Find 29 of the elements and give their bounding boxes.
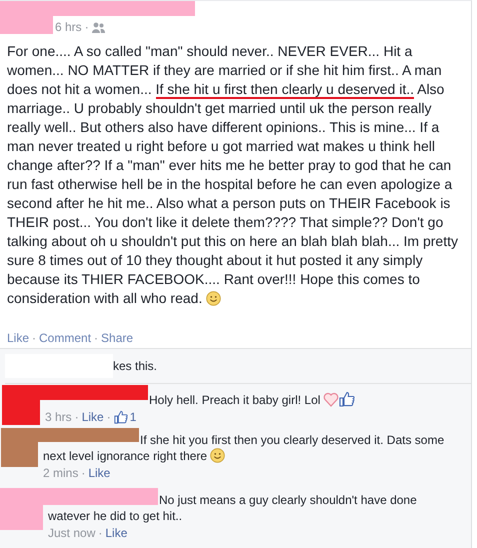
- separator-dot: ·: [84, 20, 89, 34]
- separator-dot: ·: [94, 331, 98, 345]
- like-count[interactable]: 1: [130, 410, 136, 424]
- comment-text: Holy hell. Preach it baby girl! Lol: [45, 385, 454, 408]
- like-link[interactable]: Like: [82, 410, 104, 424]
- friends-icon: [92, 22, 105, 32]
- comment-text: If she hit you first then you clearly deserved it. Dats some next level ignorance right there: [43, 432, 446, 464]
- timestamp: 2 mins: [43, 466, 78, 480]
- thumbs-up-icon: [114, 410, 128, 424]
- separator-dot: ·: [106, 410, 111, 424]
- smiley-icon: [210, 448, 226, 463]
- post-text: For one.... A so called "man" should never.. NEVER EVER... Hit a women... NO MATTER if they are married or if she hit him first.. A man does not hit a women... If she hit u first then clearly u deserved it.. Also marriage.. U probably shouldn't get married until uk the person really really well.. But others also have different opinions.. This is mine... If a man never treated u right before u got married wat makes u think hell change after?? If a "man" ever hits me he better pray to god that he can run fast otherwise hell be in the hospital before he can even apologize a second after he hit me.. Also what a person puts on THEIR Facebook is THEIR post... You don't like it delete them???? That simple?? Don't go talking about oh u shouldn't put this on here an blah blah blah... Im pretty sure 8 times out of 10 they thought about it hut posted it any simply because its THIER FACEBOOK.... Rant over!!! Hope this comes to consideration with all who read.: [6, 42, 459, 308]
- separator-dot: ·: [74, 410, 79, 424]
- comment-text: No just means a guy clearly shouldn't have done watever he did to get hit..: [48, 492, 418, 524]
- timestamp: Just now: [48, 526, 96, 540]
- timestamp: 6 hrs: [55, 20, 82, 34]
- action-link[interactable]: Share: [101, 331, 134, 345]
- thumbs-up-icon: [339, 391, 356, 407]
- separator-dot: ·: [32, 331, 36, 345]
- separator-dot: ·: [98, 526, 102, 540]
- like-link[interactable]: Like: [88, 466, 110, 480]
- heart-icon: [323, 392, 340, 407]
- separator-dot: ·: [81, 466, 86, 480]
- action-link[interactable]: Comment: [39, 331, 92, 345]
- timestamp: 3 hrs: [45, 410, 72, 424]
- likes-summary: kes this.: [113, 359, 158, 373]
- action-link[interactable]: Like: [7, 331, 30, 345]
- like-link[interactable]: Like: [105, 526, 128, 540]
- smiley-icon: [206, 291, 222, 306]
